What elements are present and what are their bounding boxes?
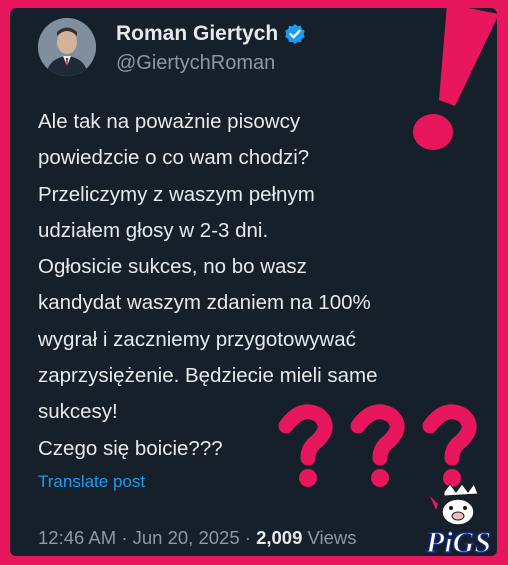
post-text-line: Przeliczymy z waszym pełnym <box>38 182 315 206</box>
author-handle[interactable]: @GiertychRoman <box>116 51 275 75</box>
post-text-line: Ogłosicie sukces, no bo wasz <box>38 255 307 279</box>
views-count: 2,009 <box>256 527 303 548</box>
author-name[interactable]: Roman Giertych <box>116 22 306 46</box>
avatar[interactable] <box>38 18 96 76</box>
author-name-text[interactable]: Roman Giertych <box>116 22 278 46</box>
translate-post-link[interactable]: Translate post <box>38 471 145 493</box>
avatar-photo <box>38 18 96 76</box>
exclamation-mark-icon <box>413 4 499 150</box>
post-date[interactable]: Jun 20, 2025 <box>133 527 240 548</box>
post-text-line: zaprzysiężenie. Będziecie mieli same <box>38 364 378 388</box>
meta-separator: · <box>121 527 133 548</box>
post-text-line: kandydat waszym zdaniem na 100% <box>38 291 371 315</box>
question-marks-icon <box>278 404 477 487</box>
post-time[interactable]: 12:46 AM <box>38 527 116 548</box>
post-meta: 12:46 AM · Jun 20, 2025 · 2,009 Views <box>38 526 357 550</box>
pigs-watermark-logo: PiGS <box>424 482 492 560</box>
verified-badge-icon <box>284 23 306 45</box>
post-text-line: wygrał i zaczniemy przygotowywać <box>38 327 356 351</box>
post-text-line: udziałem głosy w 2-3 dni. <box>38 218 269 242</box>
meta-separator: · <box>244 527 257 548</box>
svg-text:PiGS: PiGS <box>425 526 491 559</box>
views-label: Views <box>307 527 357 548</box>
